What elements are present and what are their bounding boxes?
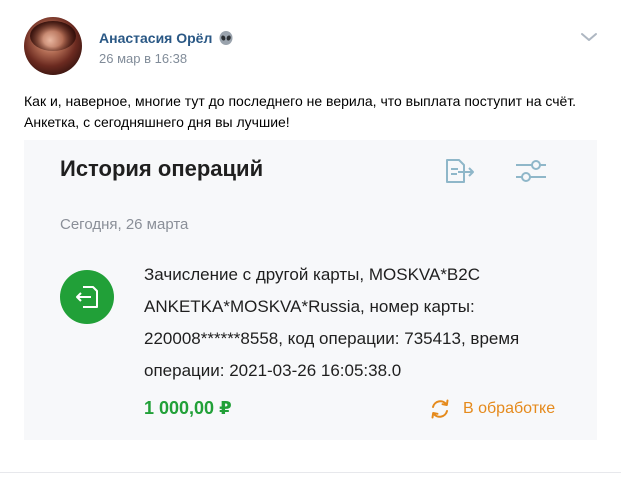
divider: [0, 472, 621, 473]
operation-description: Зачисление с другой карты, MOSKVA*B2C AN…: [144, 265, 520, 380]
author-name[interactable]: Анастасия Орёл: [99, 30, 212, 46]
alien-icon: [218, 30, 234, 46]
filter-sliders-icon: [514, 158, 548, 184]
post-text: Как и, наверное, многие тут до последнег…: [24, 93, 577, 130]
avatar[interactable]: [24, 17, 82, 75]
attached-screenshot[interactable]: История операций Сегодня, 26 марта Зачис…: [24, 140, 597, 440]
export-icon: [444, 158, 476, 184]
operations-date-label: Сегодня, 26 марта: [60, 216, 189, 233]
post-date[interactable]: 26 мар в 16:38: [99, 51, 187, 66]
author-row: Анастасия Орёл: [99, 30, 234, 46]
chevron-down-icon[interactable]: [580, 30, 598, 44]
post-header: Анастасия Орёл 26 мар в 16:38: [0, 0, 621, 80]
refresh-icon: [429, 398, 451, 420]
operation-amount: 1 000,00 ₽: [144, 398, 232, 418]
status-label: В обработке: [463, 400, 556, 417]
operations-history-title: История операций: [60, 156, 264, 181]
incoming-transfer-icon: [60, 270, 114, 324]
operation-status: В обработке: [429, 398, 555, 420]
